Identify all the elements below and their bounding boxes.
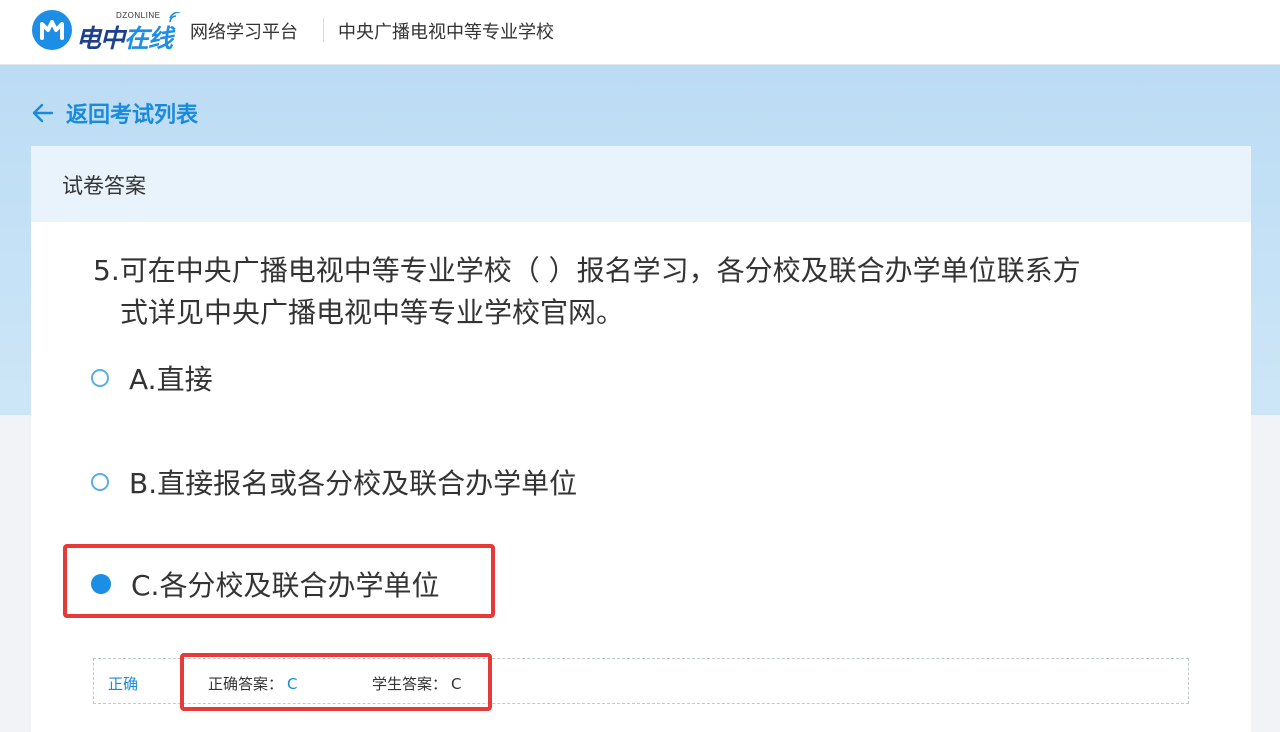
question-line-2: 式详见中央广播电视中等专业学校官网。	[120, 296, 625, 329]
wifi-icon	[169, 12, 181, 23]
logo-text: 电中在线	[76, 19, 173, 55]
platform-label: 网络学习平台	[190, 22, 298, 43]
arrow-left-icon	[32, 103, 54, 123]
answer-highlight-frame	[180, 653, 492, 711]
option-a[interactable]: A.直接	[91, 356, 213, 400]
school-label: 中央广播电视中等专业学校	[338, 22, 554, 43]
back-link-label: 返回考试列表	[66, 103, 199, 128]
site-logo[interactable]: DZONLINE 电中在线	[32, 10, 182, 55]
back-to-exam-list-link[interactable]: 返回考试列表	[30, 96, 198, 130]
result-status: 正确	[108, 675, 139, 693]
card-title: 试卷答案	[62, 174, 146, 198]
answer-card: 试卷答案 5.可在中央广播电视中等专业学校（ ）报名学习，各分校及联合办学单位联…	[31, 146, 1251, 732]
logo-text-part-a: 电中	[76, 24, 125, 53]
logo-mark-icon	[32, 10, 72, 50]
header-divider	[323, 18, 324, 42]
question-text: 5.可在中央广播电视中等专业学校（ ）报名学习，各分校及联合办学单位联系方 式详…	[93, 250, 1183, 334]
option-b-label: B.直接报名或各分校及联合办学单位	[129, 467, 578, 500]
option-a-radio[interactable]	[91, 369, 109, 387]
option-b[interactable]: B.直接报名或各分校及联合办学单位	[91, 460, 577, 504]
logo-text-part-b: 在线	[124, 24, 173, 53]
card-header: 试卷答案	[31, 146, 1251, 222]
option-c-highlight-frame	[63, 544, 495, 618]
top-header: DZONLINE 电中在线 网络学习平台 中央广播电视中等专业学校	[0, 0, 1280, 65]
option-a-label: A.直接	[129, 363, 213, 396]
question-line-1: 5.可在中央广播电视中等专业学校（ ）报名学习，各分校及联合办学单位联系方	[93, 254, 1081, 287]
option-b-radio[interactable]	[91, 473, 109, 491]
